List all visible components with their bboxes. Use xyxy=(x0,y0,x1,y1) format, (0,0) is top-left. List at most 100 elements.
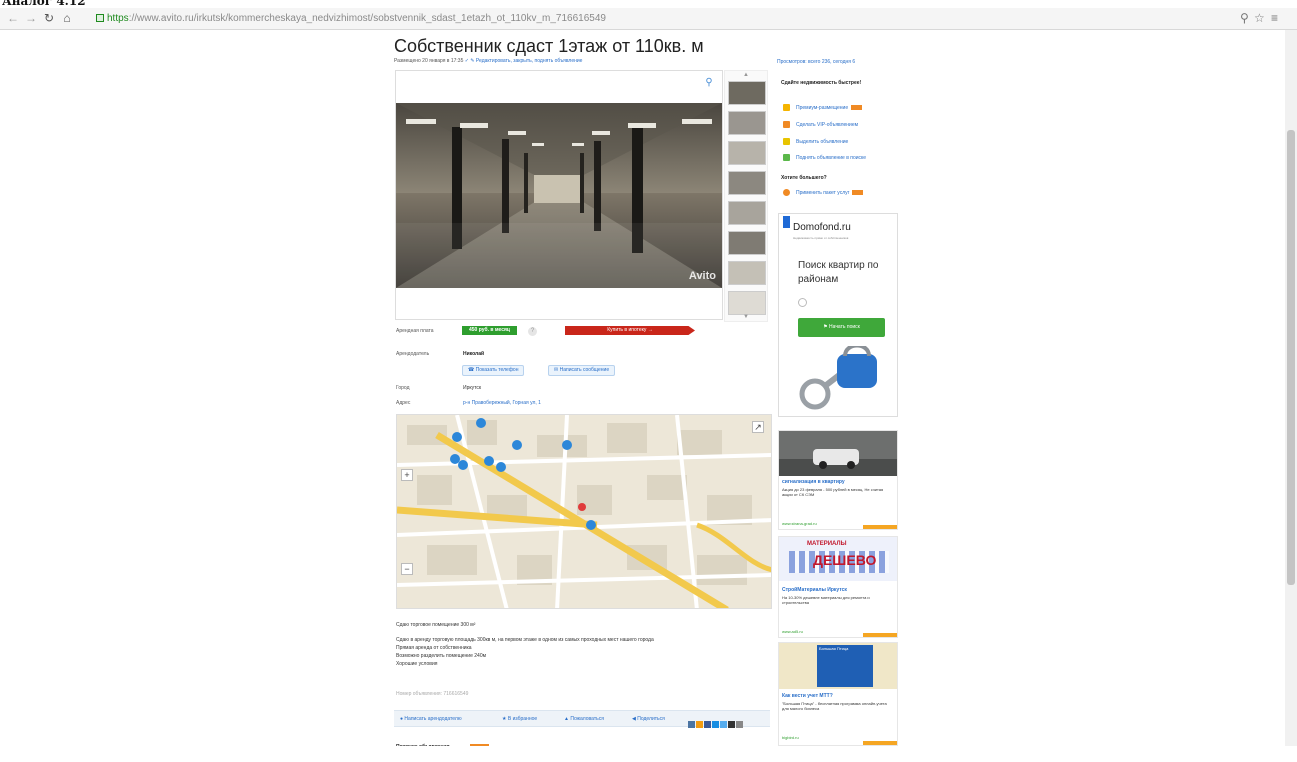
url-path: ://www.avito.ru/irkutsk/kommercheskaya_n… xyxy=(128,13,606,24)
menu-icon[interactable]: ≡ xyxy=(1271,11,1278,25)
ad-site[interactable]: www.strana-grad.ru xyxy=(782,521,817,526)
tab-title[interactable]: Аналог 4.12 xyxy=(2,0,86,8)
promo-headline: Поиск квартир по районам xyxy=(798,260,879,285)
zoom-photo-icon[interactable]: ⚲ xyxy=(703,77,715,89)
ad-text: На 10-30% дешевле материалы для ремонта … xyxy=(782,595,870,605)
facebook-icon[interactable] xyxy=(704,721,711,728)
ad-title[interactable]: Как вести учет МТТ? xyxy=(782,693,833,699)
new-badge xyxy=(852,190,864,196)
page-content: Собственник сдаст 1этаж от 110кв. м Разм… xyxy=(0,30,1284,762)
social-buttons xyxy=(688,715,744,728)
address-label: Адрес xyxy=(396,400,411,406)
sell-faster-title: Сдайте недвижимость быстрее! xyxy=(781,80,862,86)
posted-date: Размещено 20 января в 17:35 xyxy=(394,58,464,64)
placeholder-circle-icon xyxy=(798,298,807,307)
hall-photo-image xyxy=(396,103,722,288)
report-label: Пожаловаться xyxy=(570,716,604,722)
photo-thumbnail[interactable] xyxy=(728,231,766,255)
photo-thumbnail[interactable] xyxy=(728,141,766,165)
photo-thumbnail[interactable] xyxy=(728,171,766,195)
send-message-button[interactable]: ✉ Написать сообщение xyxy=(548,365,616,376)
seller-label: Арендодатель xyxy=(396,351,430,357)
views-counter[interactable]: Просмотров: всего 236, сегодня 6 xyxy=(777,59,855,65)
share-link[interactable]: ◀ Поделиться xyxy=(632,716,665,722)
star-icon[interactable]: ☆ xyxy=(1254,11,1265,25)
domofond-logo-mark xyxy=(783,216,790,228)
vk-icon[interactable] xyxy=(688,721,695,728)
map-fullscreen-icon[interactable]: ↗ xyxy=(752,421,764,433)
ad-bigbird[interactable]: Большая Птица Как вести учет МТТ? "Больш… xyxy=(778,642,898,746)
reload-icon[interactable]: ↻ xyxy=(42,11,56,25)
print-icon[interactable] xyxy=(736,721,743,728)
edit-links[interactable]: ✓ ✎ Редактировать, закрыть, поднять объя… xyxy=(465,58,583,64)
description-line: Возможно разделить помещение 240м xyxy=(396,653,487,659)
package-label: Применить пакет услуг xyxy=(796,190,864,196)
photo-thumbnail[interactable] xyxy=(728,261,766,285)
description-heading: Сдаю торговое помещение 300 м² xyxy=(396,622,476,628)
mortgage-button[interactable]: Купить в ипотеку → xyxy=(565,326,695,335)
ad-banner-main: ДЕШЕВО xyxy=(813,552,877,568)
photo-thumbnail[interactable] xyxy=(728,81,766,105)
ad-banner-top: МАТЕРИАЛЫ xyxy=(807,541,847,547)
zoom-icon[interactable]: ⚲ xyxy=(1240,11,1249,25)
phone-icon: ☎ xyxy=(468,367,475,373)
photo-thumbnail[interactable] xyxy=(728,291,766,315)
info-icon[interactable]: ? xyxy=(528,327,537,336)
photo-gallery[interactable]: ⚲ Avito xyxy=(395,70,723,320)
address-bar[interactable]: https://www.avito.ru/irkutsk/kommerchesk… xyxy=(96,10,1236,27)
ad-site[interactable]: bigbird.ru xyxy=(782,735,799,740)
location-map[interactable]: + − ↗ xyxy=(396,414,772,609)
zoom-in-button[interactable]: + xyxy=(401,469,413,481)
ad-materials[interactable]: МАТЕРИАЛЫ ДЕШЕВО СтройМатериалы Иркутск … xyxy=(778,536,898,638)
map-image xyxy=(397,415,771,608)
address-link[interactable]: р-н Правобережный, Горная ул, 1 xyxy=(463,400,541,406)
listing-meta: Размещено 20 января в 17:35 ✓ ✎ Редактир… xyxy=(394,58,582,64)
description-line: Сдаю в аренду торговую площадь 300кв м, … xyxy=(396,637,654,643)
ad-image-bigbird: Большая Птица xyxy=(779,643,897,689)
chevron-up-icon[interactable]: ▲ xyxy=(743,72,749,78)
browser-toolbar: ← → ↻ ⌂ https://www.avito.ru/irkutsk/kom… xyxy=(0,8,1297,30)
write-seller-label: Написать арендодателю xyxy=(404,716,462,722)
favorite-link[interactable]: ★ В избранное xyxy=(502,716,537,722)
price-badge: 450 руб. в месяц xyxy=(462,326,517,335)
send-message-label: Написать сообщение xyxy=(559,367,610,373)
photo-thumbnail[interactable] xyxy=(728,201,766,225)
ad-label xyxy=(863,525,897,529)
twitter-icon[interactable] xyxy=(720,721,727,728)
write-seller-link[interactable]: ● Написать арендодателю xyxy=(400,716,462,722)
show-phone-label: Показать телефон xyxy=(475,367,519,373)
chevron-down-icon[interactable]: ▼ xyxy=(743,314,749,320)
url-scheme: https xyxy=(107,13,129,24)
message-icon: ✉ xyxy=(554,367,559,373)
photo-thumbnail[interactable] xyxy=(728,111,766,135)
thumbnail-strip[interactable]: ▲ ▼ xyxy=(724,70,768,322)
domofond-banner[interactable]: Domofond.ru Недвижимость прямо от собств… xyxy=(778,213,898,417)
arrow-up-icon xyxy=(783,154,790,161)
highlight-label: Выделить объявление xyxy=(796,139,849,145)
ad-alarm[interactable]: сигнализация в квартиру Акция до 23 февр… xyxy=(778,430,898,530)
zoom-out-button[interactable]: − xyxy=(401,563,413,575)
ad-title[interactable]: сигнализация в квартиру xyxy=(782,479,845,485)
ad-site[interactable]: www.ad5.ru xyxy=(782,629,803,634)
forward-icon[interactable]: → xyxy=(24,11,38,25)
show-phone-button[interactable]: ☎ Показать телефон xyxy=(462,365,525,376)
home-icon[interactable]: ⌂ xyxy=(60,11,74,25)
mailru-icon[interactable] xyxy=(712,721,719,728)
main-photo[interactable]: Avito xyxy=(396,103,722,288)
vip-label: Сделать VIP-объявлением xyxy=(796,122,859,128)
start-search-button[interactable]: ⚑ Начать поиск xyxy=(798,318,885,337)
livejournal-icon[interactable] xyxy=(728,721,735,728)
scrollbar-thumb[interactable] xyxy=(1287,130,1295,585)
vip-icon xyxy=(783,121,790,128)
ad-title[interactable]: СтройМатериалы Иркутск xyxy=(782,587,847,593)
report-link[interactable]: ▲ Пожаловаться xyxy=(564,716,604,722)
domofond-logo: Domofond.ru xyxy=(793,222,851,233)
price-label: Арендная плата xyxy=(396,328,434,334)
description-line: Прямая аренда от собственника xyxy=(396,645,472,651)
back-icon[interactable]: ← xyxy=(6,11,20,25)
seller-name: Николай xyxy=(463,351,485,357)
ad-banner-title: Большая Птица xyxy=(819,646,849,651)
city-value: Иркутск xyxy=(463,385,482,391)
photo-watermark: Avito xyxy=(688,270,716,282)
ok-icon[interactable] xyxy=(696,721,703,728)
